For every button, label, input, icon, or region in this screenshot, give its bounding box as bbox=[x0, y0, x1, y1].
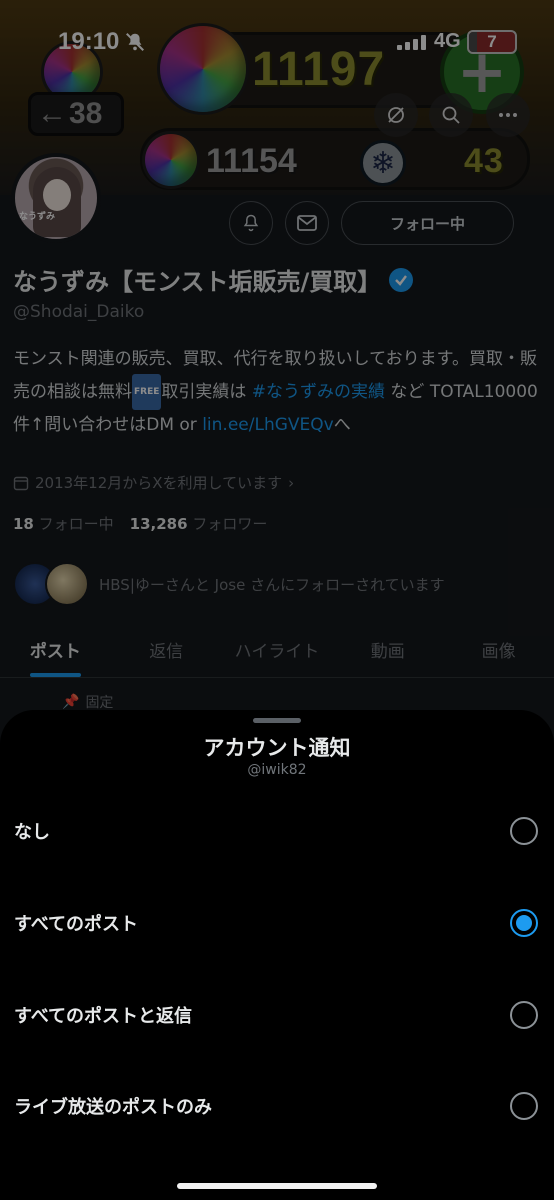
radio-button-selected[interactable] bbox=[510, 909, 538, 937]
home-indicator[interactable] bbox=[177, 1183, 377, 1189]
option-label: すべてのポスト bbox=[14, 914, 139, 935]
option-label: なし bbox=[14, 822, 50, 843]
radio-button[interactable] bbox=[510, 817, 538, 845]
option-label: すべてのポストと返信 bbox=[14, 1006, 193, 1027]
option-none[interactable]: なし bbox=[0, 786, 554, 876]
option-label: ライブ放送のポストのみ bbox=[14, 1097, 212, 1118]
sheet-subtitle: @iwik82 bbox=[247, 762, 307, 778]
option-all-posts[interactable]: すべてのポスト bbox=[0, 878, 554, 968]
sheet-title: アカウント通知 bbox=[203, 736, 351, 760]
option-live-only[interactable]: ライブ放送のポストのみ bbox=[0, 1061, 554, 1151]
radio-button[interactable] bbox=[510, 1092, 538, 1120]
radio-button[interactable] bbox=[510, 1001, 538, 1029]
account-notifications-sheet: アカウント通知 @iwik82 なし すべてのポスト すべてのポストと返信 ライ… bbox=[0, 710, 554, 1200]
option-all-posts-replies[interactable]: すべてのポストと返信 bbox=[0, 970, 554, 1060]
sheet-grabber[interactable] bbox=[253, 718, 301, 723]
